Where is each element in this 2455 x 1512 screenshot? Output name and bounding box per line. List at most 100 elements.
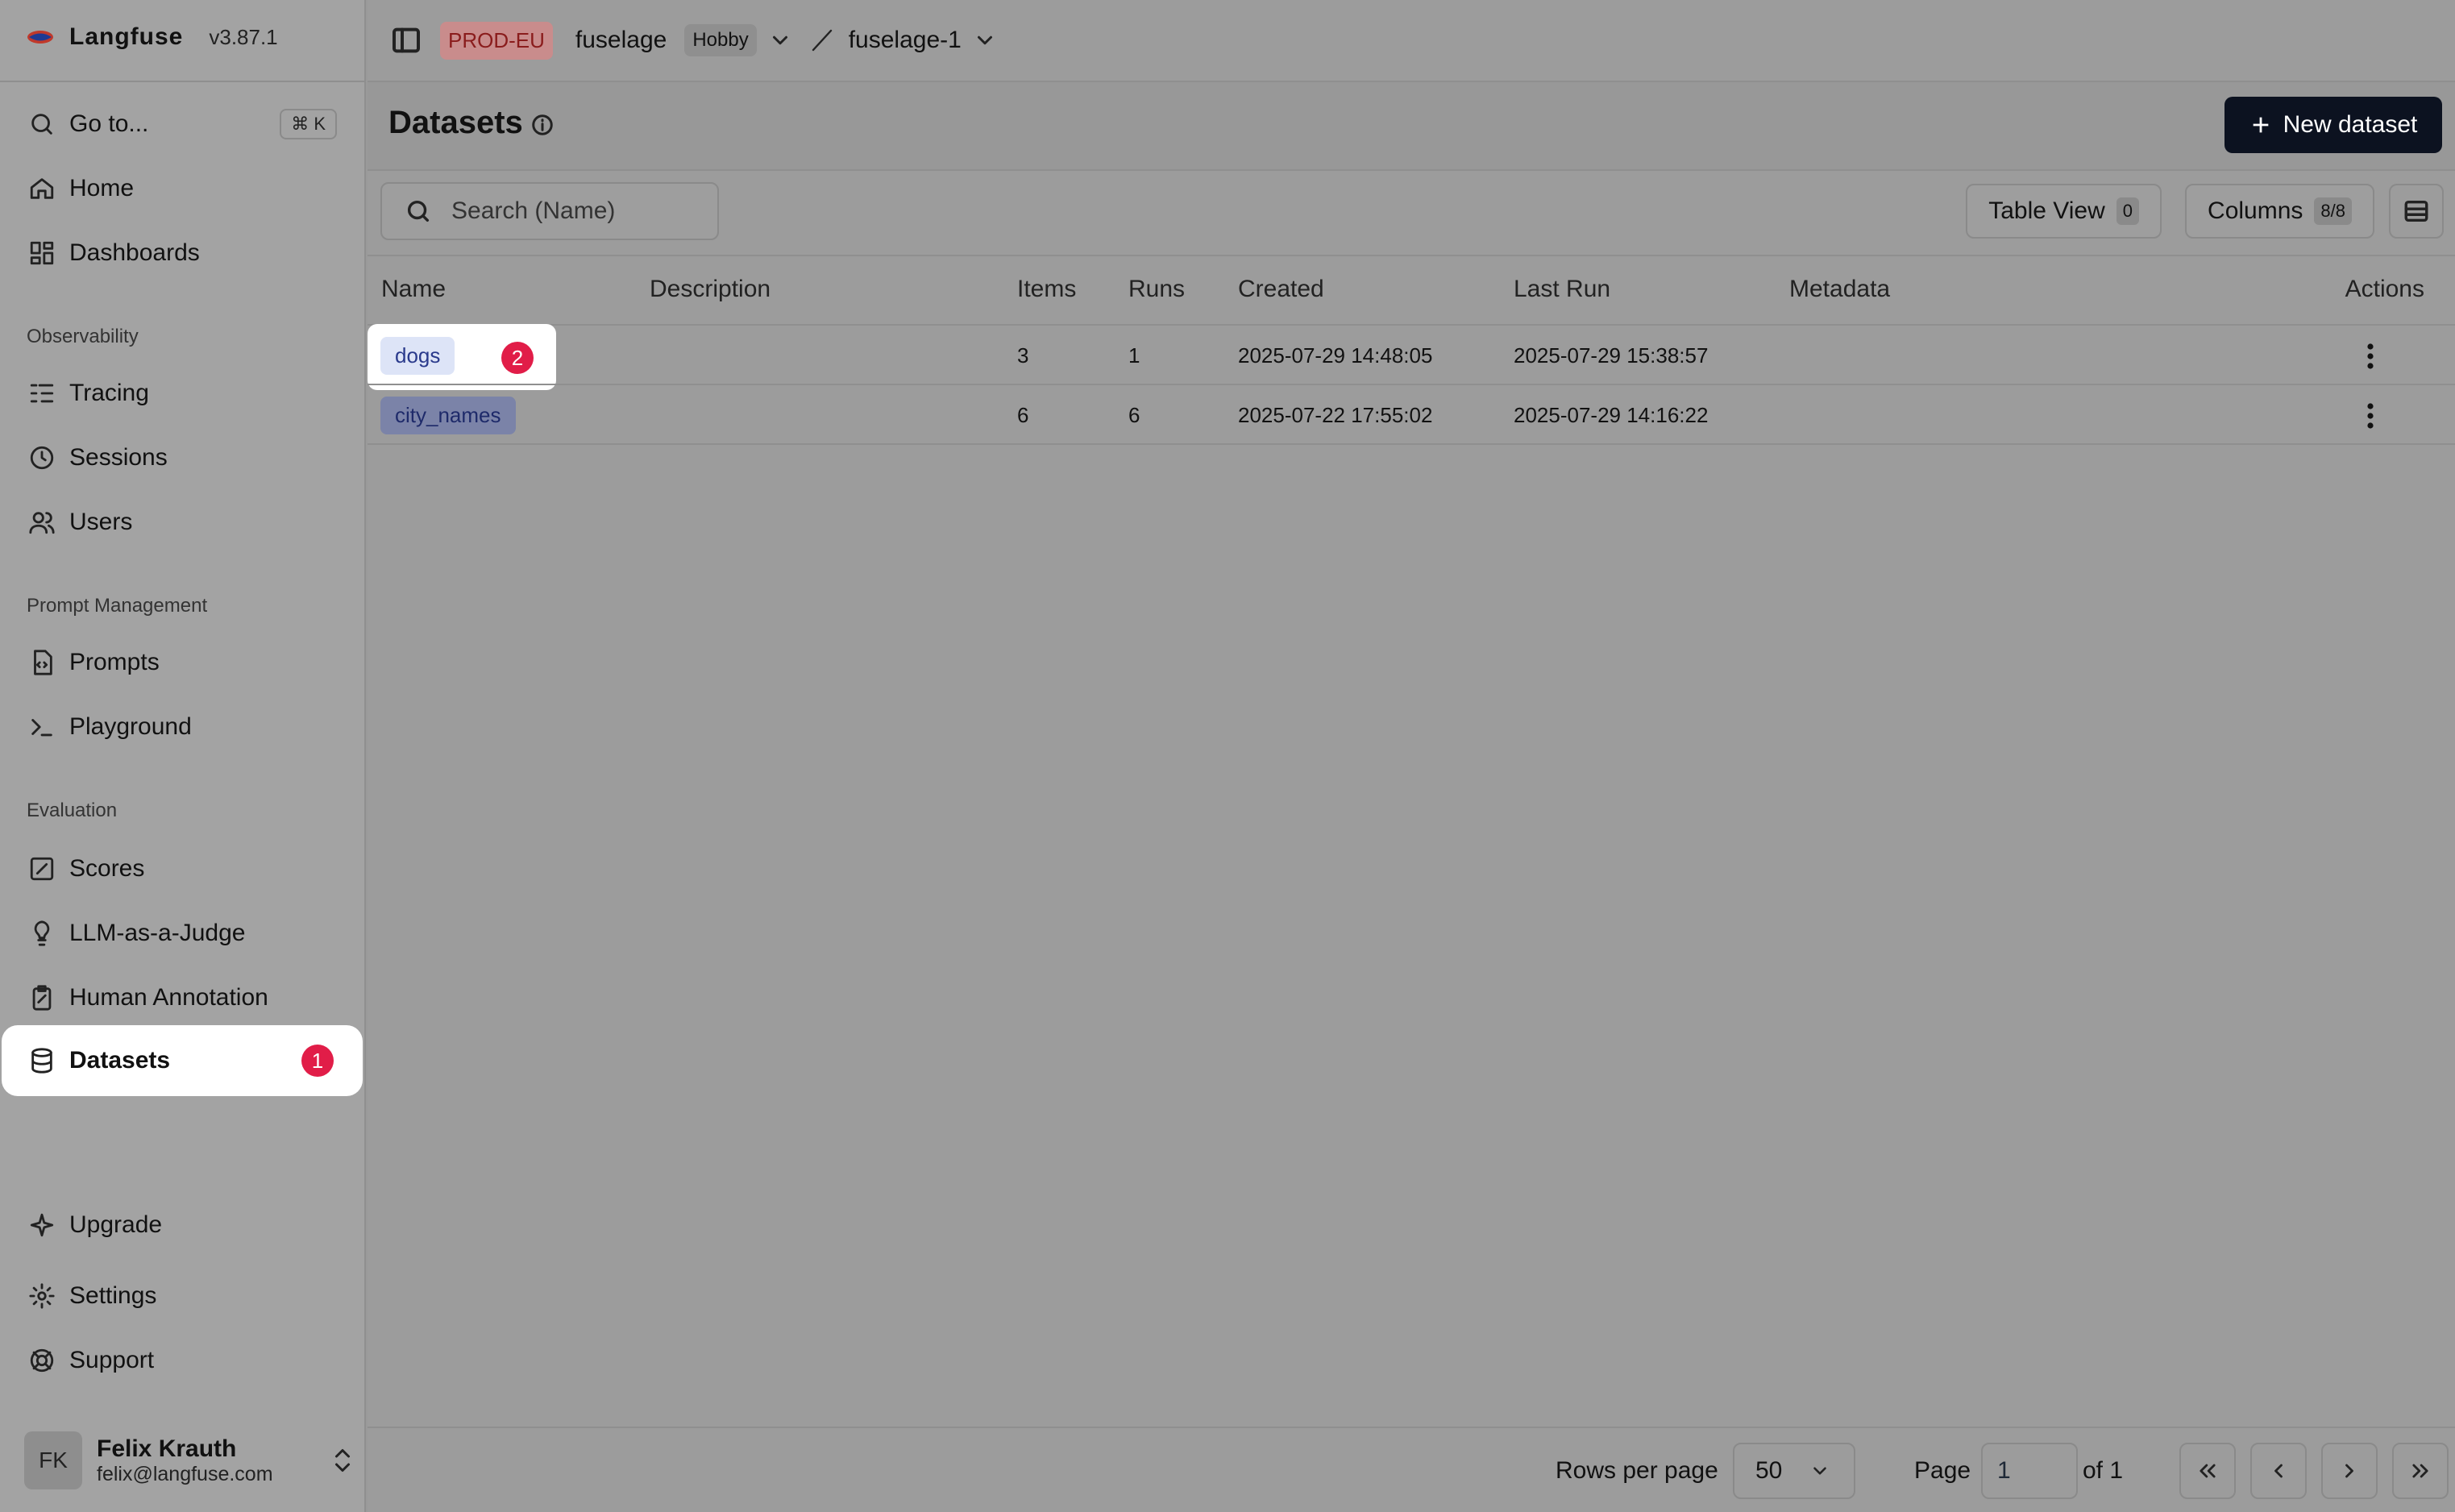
sidebar-item-label: Human Annotation [69,984,268,1011]
avatar: FK [24,1431,82,1489]
page-label: Page [1914,1457,1971,1484]
info-icon[interactable] [530,113,555,137]
prev-page-button[interactable] [2250,1443,2307,1499]
sidebar-item-label: Datasets [69,1047,171,1074]
sidebar: Langfuse v3.87.1 Go to... ⌘ K Home Dashb… [0,0,366,1512]
sidebar-item-support[interactable]: Support [8,1331,356,1389]
sidebar-item-label: Prompts [69,649,160,675]
table-header: Name Description Items Runs Created Last… [368,256,2455,326]
search-icon [27,110,56,139]
col-items[interactable]: Items [1017,276,1076,303]
col-metadata[interactable]: Metadata [1789,276,1890,303]
sidebar-item-prompts[interactable]: Prompts [8,633,356,692]
created-cell: 2025-07-29 14:48:05 [1238,343,1433,368]
chevron-down-icon[interactable] [973,28,997,52]
col-created[interactable]: Created [1238,276,1324,303]
sparkle-icon [27,1211,56,1240]
main-area: PROD-EU fuselage Hobby fuselage-1 Datase… [368,0,2455,1512]
col-last-run[interactable]: Last Run [1514,276,1610,303]
rows-per-page-select[interactable]: 50 [1733,1443,1855,1499]
home-icon [27,174,56,203]
langfuse-logo-icon [27,31,53,44]
sidebar-item-label: Settings [69,1282,157,1309]
chevrons-right-icon [2412,1464,2428,1478]
sidebar-item-scores[interactable]: Scores [8,840,356,898]
table-row[interactable]: dogs 2 3 1 2025-07-29 14:48:05 2025-07-2… [368,326,2455,385]
section-observability: Observability [27,326,139,347]
goto-shortcut: ⌘ K [280,109,337,139]
sidebar-item-home[interactable]: Home [8,160,356,218]
gear-icon [27,1281,56,1311]
section-prompt-management: Prompt Management [27,595,208,617]
items-cell: 3 [1017,343,1029,368]
list-tree-icon [27,379,56,408]
page-total: of 1 [2083,1457,2124,1484]
new-dataset-label: New dataset [2283,111,2418,138]
sidebar-item-label: Playground [69,713,192,740]
last-run-cell: 2025-07-29 14:16:22 [1514,403,1709,427]
sidebar-item-tracing[interactable]: Tracing [8,364,356,422]
table-view-label: Table View [1988,197,2105,224]
table-row[interactable]: city_names 6 6 2025-07-22 17:55:02 2025-… [368,385,2455,445]
columns-label: Columns [2208,197,2303,224]
col-runs[interactable]: Runs [1128,276,1185,303]
table-view-button[interactable]: Table View 0 [1966,184,2162,239]
search-box[interactable] [380,182,719,240]
goto-label: Go to... [69,110,149,137]
more-vertical-icon[interactable] [2365,342,2376,371]
columns-button[interactable]: Columns 8/8 [2185,184,2374,239]
app-name: Langfuse [69,23,184,50]
rows-per-page-value: 50 [1755,1457,1783,1484]
sidebar-item-human-annotation[interactable]: Human Annotation [8,969,356,1027]
columns-count: 8/8 [2314,197,2352,225]
col-description[interactable]: Description [650,276,771,303]
created-cell: 2025-07-22 17:55:02 [1238,403,1433,427]
next-page-button[interactable] [2321,1443,2378,1499]
plus-icon [2253,117,2268,133]
sidebar-item-label: Upgrade [69,1211,163,1238]
page-title: Datasets [388,105,523,140]
pagination-bar: Rows per page 50 Page 1 of 1 [368,1427,2455,1512]
sidebar-item-upgrade[interactable]: Upgrade [8,1196,356,1254]
brand[interactable]: Langfuse v3.87.1 [26,21,278,53]
search-input[interactable] [450,197,711,226]
last-page-button[interactable] [2392,1443,2449,1499]
percent-square-icon [27,854,56,883]
search-icon [407,200,430,222]
col-name[interactable]: Name [381,276,446,303]
page-input[interactable]: 1 [1981,1443,2078,1499]
step-badge: 1 [301,1045,334,1077]
user-menu[interactable]: FK Felix Krauth felix@langfuse.com [24,1431,355,1489]
rows-per-page-label: Rows per page [1556,1457,1718,1484]
sidebar-item-label: Scores [69,855,145,882]
dataset-name-link[interactable]: dogs [380,337,455,375]
env-badge: PROD-EU [440,21,553,60]
dataset-name-link[interactable]: city_names [380,397,516,434]
more-vertical-icon[interactable] [2365,401,2376,430]
sidebar-item-dashboards[interactable]: Dashboards [8,224,356,282]
sidebar-item-users[interactable]: Users [8,493,356,551]
org-name[interactable]: fuselage [575,27,667,54]
sidebar-item-label: Users [69,509,133,535]
chevrons-up-down-icon [335,1449,350,1472]
sidebar-item-label: Sessions [69,444,168,471]
col-actions: Actions [2345,276,2424,302]
sidebar-toggle-icon[interactable] [390,24,422,56]
table-view-count: 0 [2116,197,2139,225]
chevron-down-icon[interactable] [768,28,792,52]
sidebar-item-datasets[interactable]: Datasets 1 [8,1032,356,1090]
first-page-button[interactable] [2179,1443,2236,1499]
sidebar-item-playground[interactable]: Playground [8,698,356,756]
users-icon [27,508,56,537]
dashboard-icon [27,239,56,268]
project-name[interactable]: fuselage-1 [849,27,962,54]
sidebar-item-sessions[interactable]: Sessions [8,429,356,487]
user-email: felix@langfuse.com [97,1462,273,1485]
file-code-icon [27,648,56,677]
sidebar-item-llm-judge[interactable]: LLM-as-a-Judge [8,904,356,962]
new-dataset-button[interactable]: New dataset [2224,97,2442,153]
row-density-button[interactable] [2389,184,2444,239]
sidebar-item-label: Home [69,175,135,201]
sidebar-item-settings[interactable]: Settings [8,1267,356,1325]
goto-command[interactable]: Go to... ⌘ K [8,95,356,153]
